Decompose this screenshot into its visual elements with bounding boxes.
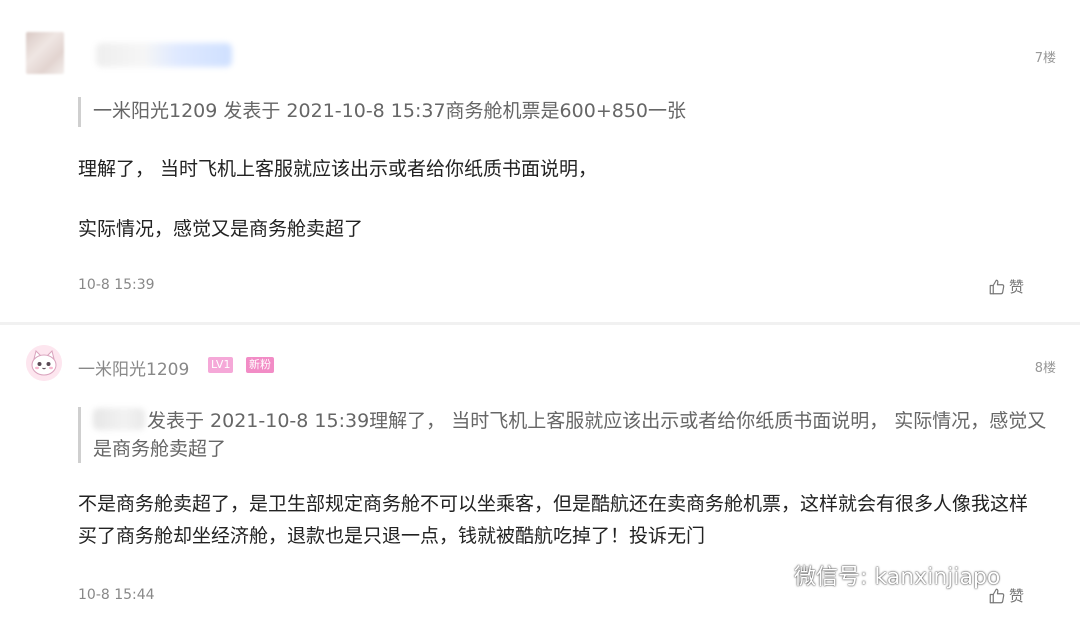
comment-floor-7: 7楼 一米阳光1209 发表于 2021-10-8 15:37商务舱机票是600… [0,0,1080,322]
quote-author-redacted [93,408,145,430]
username[interactable]: 一米阳光1209 [78,355,189,380]
quote-block: 一米阳光1209 发表于 2021-10-8 15:37商务舱机票是600+85… [78,97,753,127]
wechat-watermark: 微信号: kanxinjiapo [754,558,1000,592]
avatar[interactable] [26,32,64,74]
avatar[interactable] [26,345,62,381]
username-redacted [96,43,232,67]
like-label: 赞 [1009,587,1025,605]
like-label: 赞 [1009,278,1025,296]
comment-body-line: 实际情况，感觉又是商务舱卖超了 [78,218,364,240]
new-fan-badge: 新粉 [246,357,274,373]
cat-avatar-icon [26,345,62,381]
thumbs-up-icon [988,278,1006,296]
quote-text: 发表于 2021-10-8 15:39理解了， 当时飞机上客服就应该出示或者给你… [93,410,1047,460]
timestamp: 10-8 15:39 [78,277,155,293]
watermark-text: 微信号: kanxinjiapo [794,565,1001,590]
comment-body-line: 理解了， 当时飞机上客服就应该出示或者给你纸质书面说明， [78,158,598,180]
quote-block: 发表于 2021-10-8 15:39理解了， 当时飞机上客服就应该出示或者给你… [78,407,1053,463]
level-badge: LV1 [208,357,234,373]
like-button[interactable]: 赞 [988,276,1024,297]
floor-number: 7楼 [1034,51,1056,66]
timestamp: 10-8 15:44 [78,587,155,603]
wechat-icon [754,558,788,592]
quote-text: 一米阳光1209 发表于 2021-10-8 15:37商务舱机票是600+85… [93,100,687,122]
floor-number: 8楼 [1034,361,1056,376]
comment-body: 不是商务舱卖超了，是卫生部规定商务舱不可以坐乘客，但是酷航还在卖商务舱机票，这样… [78,493,1029,547]
